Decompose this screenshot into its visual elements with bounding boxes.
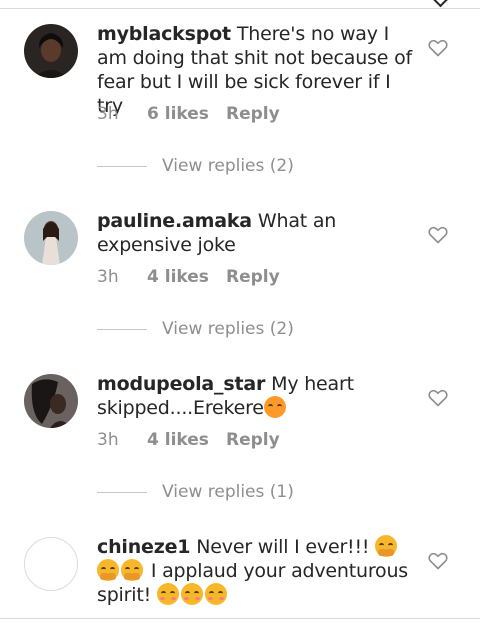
comment-likes[interactable]: 4 likes bbox=[147, 430, 226, 450]
reply-button[interactable]: Reply bbox=[226, 267, 280, 287]
comment-meta: 3h 6 likes Reply bbox=[97, 104, 280, 124]
top-bar bbox=[0, 0, 480, 9]
view-replies-label: View replies (2) bbox=[162, 319, 294, 339]
comment-text: pauline.amaka What an expensive joke bbox=[97, 209, 415, 257]
reply-button[interactable]: Reply bbox=[226, 104, 280, 124]
avatar[interactable] bbox=[24, 24, 78, 78]
smiling-face-emoji-icon bbox=[204, 583, 227, 605]
heart-outline-icon[interactable] bbox=[428, 226, 448, 244]
comment-body: Never will I ever!!! bbox=[196, 536, 370, 558]
smiling-face-emoji-icon bbox=[156, 583, 179, 605]
chevron-down-icon[interactable] bbox=[432, 0, 449, 8]
heart-outline-icon[interactable] bbox=[428, 39, 448, 57]
avatar[interactable] bbox=[24, 211, 78, 265]
hugging-face-emoji-icon bbox=[375, 535, 398, 557]
view-replies-button[interactable]: View replies (1) bbox=[97, 482, 294, 502]
view-replies-label: View replies (1) bbox=[162, 482, 294, 502]
avatar[interactable] bbox=[24, 537, 78, 591]
comment-username[interactable]: myblackspot bbox=[97, 23, 231, 45]
comment-time: 3h bbox=[97, 430, 119, 450]
view-replies-divider bbox=[97, 328, 147, 330]
hugging-face-emoji-icon bbox=[97, 559, 119, 581]
comment-likes[interactable]: 6 likes bbox=[147, 104, 226, 124]
heart-outline-icon[interactable] bbox=[428, 552, 448, 570]
reply-button[interactable]: Reply bbox=[226, 430, 280, 450]
view-replies-divider bbox=[97, 491, 147, 493]
view-replies-label: View replies (2) bbox=[162, 156, 294, 176]
comment-meta: 3h 4 likes Reply bbox=[97, 267, 280, 287]
comment-text: chineze1 Never will I ever!!! I applaud y… bbox=[97, 535, 415, 607]
view-replies-button[interactable]: View replies (2) bbox=[97, 319, 294, 339]
hugging-face-emoji-icon bbox=[121, 559, 143, 581]
drooling-face-emoji-icon bbox=[263, 396, 286, 418]
comment-likes[interactable]: 4 likes bbox=[147, 267, 226, 287]
comment-username[interactable]: pauline.amaka bbox=[97, 210, 252, 232]
view-replies-divider bbox=[97, 165, 147, 167]
avatar[interactable] bbox=[24, 374, 78, 428]
smiling-face-emoji-icon bbox=[180, 583, 203, 605]
comment-body-continued: I applaud your adventurous spirit! bbox=[97, 560, 409, 606]
comment-username[interactable]: chineze1 bbox=[97, 536, 190, 558]
comment-username[interactable]: modupeola_star bbox=[97, 373, 265, 395]
bottom-divider bbox=[0, 618, 480, 623]
comment-text: modupeola_star My heart skipped....Ereker… bbox=[97, 372, 415, 420]
comment-time: 3h bbox=[97, 267, 119, 287]
comment-meta: 3h 4 likes Reply bbox=[97, 430, 280, 450]
heart-outline-icon[interactable] bbox=[428, 389, 448, 407]
view-replies-button[interactable]: View replies (2) bbox=[97, 156, 294, 176]
comment-time: 3h bbox=[97, 104, 119, 124]
